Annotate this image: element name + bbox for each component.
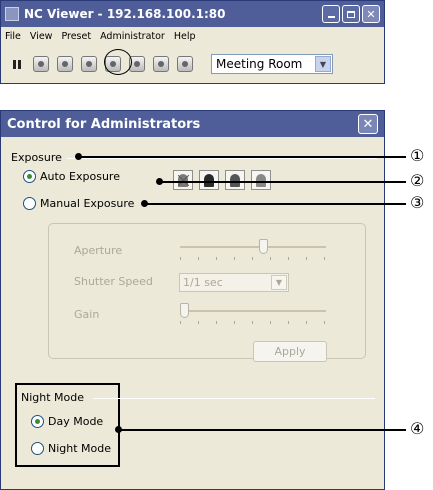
chevron-down-icon[interactable]: ▼ (271, 275, 287, 290)
callout-3-number: ③ (410, 193, 425, 212)
gain-slider-thumb[interactable] (180, 303, 189, 318)
pen-icon[interactable] (177, 56, 193, 72)
aperture-label: Aperture (74, 244, 123, 257)
exposure-normal-button[interactable] (225, 170, 245, 190)
dialog-title: Control for Administrators (7, 116, 201, 132)
sound-icon[interactable] (153, 56, 169, 72)
dialog-title-bar[interactable]: Control for Administrators ✕ (1, 111, 384, 137)
gain-slider-track (180, 310, 326, 312)
viewer-title: NC Viewer - 192.168.100.1:80 (24, 7, 226, 21)
gain-label: Gain (74, 308, 100, 321)
exposure-dark-button[interactable] (199, 170, 219, 190)
callout-1-number: ① (410, 146, 425, 165)
callout-2-line (159, 181, 406, 183)
night-mode-option[interactable]: Night Mode (31, 442, 111, 455)
day-mode-label: Day Mode (48, 415, 104, 428)
maximize-button[interactable] (342, 5, 360, 23)
preset-icon[interactable] (57, 56, 73, 72)
callout-3-line (144, 203, 406, 205)
nc-viewer-window: NC Viewer - 192.168.100.1:80 ✕ File View… (0, 0, 385, 84)
exposure-level-buttons (173, 170, 271, 190)
admin-control-dialog: Control for Administrators ✕ Exposure Au… (0, 110, 385, 490)
menu-bar: File View Preset Administrator Help (1, 27, 384, 45)
callout-4-number: ④ (410, 419, 425, 438)
exposure-group-rule (67, 158, 377, 159)
callout-1-line (78, 156, 406, 158)
gain-slider-ticks (180, 321, 326, 324)
settings-icon[interactable] (81, 56, 97, 72)
minimize-icon (327, 16, 335, 18)
camera-select-value: Meeting Room (216, 57, 303, 71)
aperture-slider[interactable] (180, 239, 326, 260)
admin-icon-highlight-circle (104, 49, 132, 75)
shutter-speed-value: 1/1 sec (183, 276, 223, 289)
chevron-down-icon[interactable]: ▼ (315, 56, 331, 72)
auto-exposure-radio[interactable] (23, 170, 36, 183)
aperture-slider-track (180, 246, 326, 248)
auto-exposure-option[interactable]: Auto Exposure (23, 170, 120, 183)
night-mode-group-label: Night Mode (21, 391, 85, 404)
day-mode-option[interactable]: Day Mode (31, 415, 103, 428)
dialog-close-button[interactable]: ✕ (358, 114, 378, 134)
manual-exposure-option[interactable]: Manual Exposure (23, 197, 134, 210)
manual-exposure-radio[interactable] (23, 197, 36, 210)
close-icon: ✕ (362, 116, 374, 132)
exposure-group-label: Exposure (11, 151, 62, 164)
camera-select[interactable]: Meeting Room ▼ (211, 54, 333, 74)
pause-icon[interactable] (9, 56, 25, 72)
exposure-auto-off-button[interactable] (173, 170, 193, 190)
night-mode-radio[interactable] (31, 442, 44, 455)
aperture-slider-ticks (180, 257, 326, 260)
day-mode-radio[interactable] (31, 415, 44, 428)
nc-viewer-icon (5, 7, 19, 21)
auto-exposure-label: Auto Exposure (40, 170, 120, 183)
close-button[interactable]: ✕ (362, 5, 380, 23)
viewer-title-bar[interactable]: NC Viewer - 192.168.100.1:80 ✕ (1, 1, 384, 27)
callout-2-number: ② (410, 171, 425, 190)
menu-administrator[interactable]: Administrator (100, 31, 165, 42)
close-icon: ✕ (366, 7, 376, 21)
menu-view[interactable]: View (30, 31, 53, 42)
night-mode-label: Night Mode (48, 442, 112, 455)
menu-preset[interactable]: Preset (61, 31, 91, 42)
menu-file[interactable]: File (5, 31, 21, 42)
aperture-slider-thumb[interactable] (259, 239, 268, 254)
minimize-button[interactable] (322, 5, 340, 23)
shutter-speed-label: Shutter Speed (74, 275, 153, 288)
viewer-toolbar: Meeting Room ▼ (1, 45, 384, 83)
manual-exposure-label: Manual Exposure (40, 197, 135, 210)
exposure-bright-button[interactable] (251, 170, 271, 190)
night-mode-group-rule (93, 398, 375, 399)
gain-slider[interactable] (180, 303, 326, 324)
maximize-icon (347, 10, 355, 18)
shutter-speed-select[interactable]: 1/1 sec ▼ (179, 273, 289, 292)
apply-button[interactable]: Apply (253, 341, 327, 362)
menu-help[interactable]: Help (174, 31, 196, 42)
signal-icon[interactable] (33, 56, 49, 72)
callout-4-line (118, 429, 406, 431)
